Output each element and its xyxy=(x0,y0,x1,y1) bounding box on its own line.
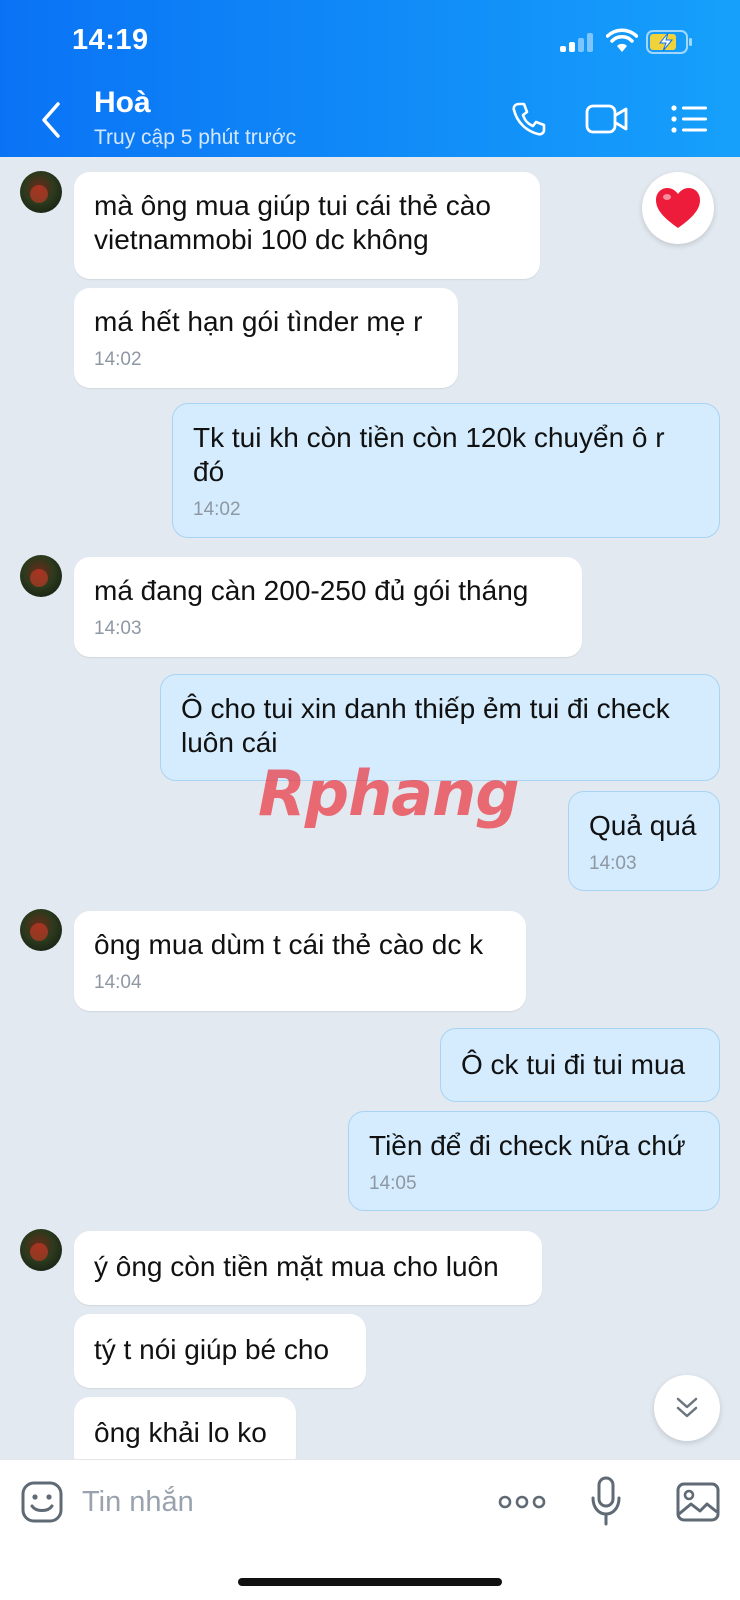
message-time: 14:02 xyxy=(94,349,142,370)
message-text: tý t nói giúp bé cho xyxy=(94,1334,330,1365)
battery-icon xyxy=(646,30,692,54)
message-text: má hết hạn gói tìnder mẹ r xyxy=(94,306,423,337)
message-bubble-incoming[interactable]: ông khải lo ko xyxy=(74,1397,296,1459)
message-bubble-incoming[interactable]: má hết hạn gói tìnder mẹ r 14:02 xyxy=(74,288,458,388)
message-text: Ô ck tui đi tui mua xyxy=(461,1049,686,1080)
double-chevron-down-icon xyxy=(676,1397,698,1418)
message-time: 14:05 xyxy=(369,1173,417,1194)
message-text: Ô cho tui xin danh thiếp ẻm tui đi check… xyxy=(181,693,670,758)
reaction-heart[interactable] xyxy=(642,172,714,244)
message-bubble-outgoing[interactable]: Tk tui kh còn tiền còn 120k chuyển ô r đ… xyxy=(172,403,720,538)
message-input[interactable] xyxy=(82,1480,462,1524)
microphone-icon[interactable] xyxy=(590,1476,622,1528)
message-text: Tiền để đi check nữa chứ xyxy=(369,1130,686,1161)
message-text: Quả quá xyxy=(589,810,697,841)
message-text: ông khải lo ko xyxy=(94,1417,267,1448)
message-text: Tk tui kh còn tiền còn 120k chuyển ô r đ… xyxy=(193,422,665,487)
message-bubble-incoming[interactable]: mà ông mua giúp tui cái thẻ cào vietnamm… xyxy=(74,172,540,279)
more-options-icon[interactable] xyxy=(498,1488,546,1516)
message-time: 14:03 xyxy=(94,618,142,639)
chat-header: 14:19 Hoà Truy cập 5 phút trước xyxy=(0,0,740,157)
scroll-to-bottom-button[interactable] xyxy=(654,1375,720,1441)
call-button[interactable] xyxy=(508,98,550,140)
contact-avatar[interactable] xyxy=(20,1229,62,1271)
message-bubble-incoming[interactable]: má đang càn 200-250 đủ gói tháng 14:03 xyxy=(74,557,582,657)
message-time: 14:02 xyxy=(193,499,241,520)
status-time: 14:19 xyxy=(72,24,149,56)
message-time: 14:04 xyxy=(94,972,142,993)
heart-icon xyxy=(656,188,700,228)
message-bubble-incoming[interactable]: ý ông còn tiền mặt mua cho luôn xyxy=(74,1231,542,1305)
contact-avatar[interactable] xyxy=(20,909,62,951)
contact-last-seen: Truy cập 5 phút trước xyxy=(94,126,297,149)
message-list[interactable]: mà ông mua giúp tui cái thẻ cào vietnamm… xyxy=(0,157,740,1459)
message-text: mà ông mua giúp tui cái thẻ cào vietnamm… xyxy=(94,190,491,255)
sticker-emoji-icon[interactable] xyxy=(20,1480,64,1524)
wifi-icon xyxy=(606,28,638,52)
back-arrow-icon[interactable] xyxy=(36,100,66,140)
phone-icon xyxy=(512,102,546,136)
message-bubble-outgoing[interactable]: Ô ck tui đi tui mua xyxy=(440,1028,720,1102)
watermark-logo: Rphang xyxy=(258,757,520,830)
image-gallery-icon[interactable] xyxy=(676,1482,720,1522)
message-time: 14:03 xyxy=(589,853,637,874)
video-call-button[interactable] xyxy=(584,98,630,140)
message-text: ý ông còn tiền mặt mua cho luôn xyxy=(94,1251,499,1282)
message-bubble-incoming[interactable]: ông mua dùm t cái thẻ cào dc k 14:04 xyxy=(74,911,526,1011)
video-call-icon xyxy=(585,104,628,134)
message-text: ông mua dùm t cái thẻ cào dc k xyxy=(94,929,484,960)
contact-avatar[interactable] xyxy=(20,171,62,213)
signal-icon xyxy=(560,32,596,52)
contact-avatar[interactable] xyxy=(20,555,62,597)
message-text: má đang càn 200-250 đủ gói tháng xyxy=(94,575,529,606)
message-bubble-incoming[interactable]: tý t nói giúp bé cho xyxy=(74,1314,366,1388)
message-bubble-outgoing[interactable]: Tiền để đi check nữa chứ 14:05 xyxy=(348,1111,720,1211)
message-bubble-outgoing[interactable]: Quả quá 14:03 xyxy=(568,791,720,891)
home-indicator[interactable] xyxy=(238,1578,502,1586)
contact-name[interactable]: Hoà xyxy=(94,86,151,120)
menu-list-icon xyxy=(671,105,707,133)
watermark-text: Rphang xyxy=(258,757,520,830)
options-menu-button[interactable] xyxy=(668,98,710,140)
